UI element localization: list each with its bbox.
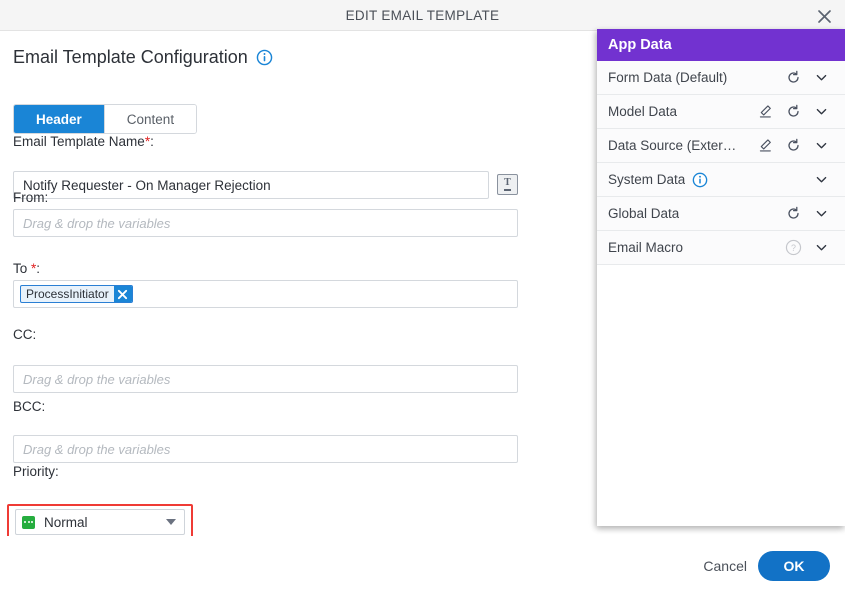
- bcc-input[interactable]: Drag & drop the variables: [13, 435, 518, 463]
- priority-normal-icon: [22, 515, 35, 529]
- priority-dropdown[interactable]: Normal: [15, 509, 185, 535]
- app-data-row-system-data[interactable]: System Data: [597, 163, 845, 197]
- app-data-title: App Data: [608, 37, 672, 53]
- text-format-icon: T: [504, 178, 511, 191]
- svg-text:?: ?: [791, 243, 796, 253]
- refresh-icon[interactable]: [779, 98, 807, 126]
- app-data-row-data-source[interactable]: Data Source (Exter…: [597, 129, 845, 163]
- dialog-footer: Cancel OK: [0, 536, 845, 593]
- text-format-button[interactable]: T: [497, 174, 518, 195]
- app-data-header: App Data: [597, 29, 845, 61]
- app-data-row-model-data[interactable]: Model Data: [597, 95, 845, 129]
- edit-pencil-icon[interactable]: [751, 98, 779, 126]
- dialog-title: EDIT EMAIL TEMPLATE: [345, 8, 500, 23]
- app-data-row-label: Model Data: [608, 104, 678, 119]
- app-data-row-label: Global Data: [608, 206, 680, 221]
- from-placeholder: Drag & drop the variables: [23, 215, 171, 231]
- cc-placeholder: Drag & drop the variables: [23, 371, 171, 387]
- app-data-row-form-data[interactable]: Form Data (Default): [597, 61, 845, 95]
- ok-button[interactable]: OK: [758, 551, 830, 581]
- chevron-down-icon[interactable]: [807, 64, 835, 92]
- app-data-panel: App Data Form Data (Default) Model Data: [597, 29, 845, 526]
- template-name-input[interactable]: Notify Requester - On Manager Rejection: [13, 171, 489, 199]
- to-input[interactable]: ProcessInitiator: [13, 280, 518, 308]
- close-button[interactable]: [811, 3, 837, 29]
- from-label: From:: [13, 190, 49, 205]
- info-icon[interactable]: [692, 172, 708, 188]
- template-name-label: Email Template Name*:: [13, 134, 154, 149]
- app-data-row-email-macro[interactable]: Email Macro ?: [597, 231, 845, 265]
- refresh-icon[interactable]: [779, 200, 807, 228]
- refresh-icon[interactable]: [779, 64, 807, 92]
- app-data-row-label: Form Data (Default): [608, 70, 728, 85]
- template-name-value: Notify Requester - On Manager Rejection: [23, 177, 271, 193]
- tab-content[interactable]: Content: [103, 105, 197, 133]
- dialog-titlebar: EDIT EMAIL TEMPLATE: [0, 0, 845, 31]
- chevron-down-icon[interactable]: [807, 234, 835, 262]
- bcc-placeholder: Drag & drop the variables: [23, 441, 171, 457]
- chevron-down-icon[interactable]: [807, 166, 835, 194]
- chevron-down-icon[interactable]: [807, 200, 835, 228]
- cc-label: CC:: [13, 327, 37, 342]
- cancel-button[interactable]: Cancel: [703, 558, 747, 574]
- to-label: To *:: [13, 261, 41, 276]
- help-icon[interactable]: ?: [779, 234, 807, 262]
- chevron-down-icon[interactable]: [807, 132, 835, 160]
- cc-input[interactable]: Drag & drop the variables: [13, 365, 518, 393]
- refresh-icon[interactable]: [779, 132, 807, 160]
- close-icon: [817, 9, 831, 23]
- recipient-chip[interactable]: ProcessInitiator: [20, 285, 133, 303]
- priority-label: Priority:: [13, 464, 59, 479]
- header-content-tabs: Header Content: [13, 104, 198, 134]
- chevron-down-icon: [166, 519, 176, 525]
- app-data-row-label: System Data: [608, 172, 686, 187]
- priority-highlight: Normal: [7, 504, 193, 540]
- recipient-chip-remove[interactable]: [113, 286, 132, 302]
- tab-header[interactable]: Header: [14, 105, 104, 133]
- page-title: Email Template Configuration: [13, 47, 248, 67]
- edit-pencil-icon[interactable]: [751, 132, 779, 160]
- from-input[interactable]: Drag & drop the variables: [13, 209, 518, 237]
- close-icon: [118, 289, 128, 299]
- app-data-row-global-data[interactable]: Global Data: [597, 197, 845, 231]
- app-data-row-label: Email Macro: [608, 240, 684, 255]
- page-title-row: Email Template Configuration: [13, 47, 273, 68]
- bcc-label: BCC:: [13, 399, 46, 414]
- app-data-row-label: Data Source (Exter…: [608, 138, 737, 153]
- priority-selected-value: Normal: [44, 514, 88, 530]
- edit-email-template-dialog: EDIT EMAIL TEMPLATE Email Template Confi…: [0, 0, 845, 593]
- info-icon[interactable]: [256, 49, 273, 66]
- chevron-down-icon[interactable]: [807, 98, 835, 126]
- recipient-chip-label: ProcessInitiator: [26, 287, 109, 301]
